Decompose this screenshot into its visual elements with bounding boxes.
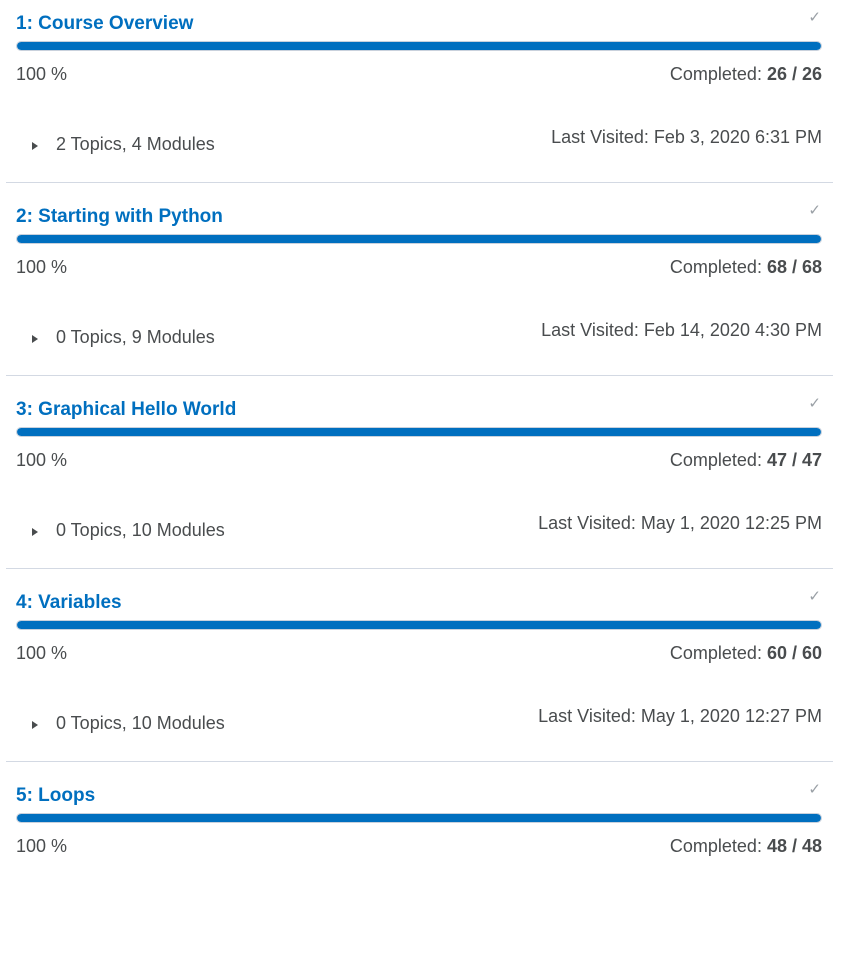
completed-value: 68 / 68 — [766, 257, 822, 277]
completed-value: 60 / 60 — [766, 643, 822, 663]
progress-list: 1: Course Overview ✓ 100 % Completed: 26… — [0, 0, 841, 965]
topics-expander[interactable]: 0 Topics, 9 Modules — [32, 327, 215, 348]
completed-count: Completed: 60 / 60 — [670, 643, 822, 664]
triangle-right-icon — [32, 141, 38, 150]
unit-3: 3: Graphical Hello World ✓ 100 % Complet… — [0, 386, 841, 579]
topics-summary: 0 Topics, 10 Modules — [56, 520, 225, 540]
topics-expander[interactable]: 2 Topics, 4 Modules — [32, 134, 215, 155]
completed-label: Completed: — [669, 836, 767, 856]
completed-count: Completed: 48 / 48 — [670, 836, 822, 857]
triangle-right-icon — [32, 720, 38, 729]
completed-count: Completed: 47 / 47 — [670, 450, 822, 471]
progress-bar — [16, 813, 822, 823]
unit-title-link[interactable]: 3: Graphical Hello World — [16, 399, 236, 421]
checkmark-icon: ✓ — [808, 395, 821, 412]
progress-bar — [16, 427, 822, 437]
unit-5: 5: Loops ✓ 100 % Completed: 48 / 48 — [0, 772, 841, 965]
topics-expander[interactable]: 0 Topics, 10 Modules — [32, 713, 225, 734]
unit-title-link[interactable]: 1: Course Overview — [16, 13, 193, 35]
checkmark-icon: ✓ — [808, 9, 821, 26]
percent-complete: 100 % — [16, 643, 68, 663]
percent-complete: 100 % — [16, 450, 68, 470]
progress-bar — [16, 234, 822, 244]
unit-4: 4: Variables ✓ 100 % Completed: 60 / 60 … — [0, 579, 841, 772]
progress-bar — [16, 620, 822, 630]
last-visited: Last Visited: May 1, 2020 12:27 PM — [538, 706, 822, 726]
progress-bar — [16, 41, 822, 51]
completed-label: Completed: — [669, 450, 767, 470]
checkmark-icon: ✓ — [808, 202, 821, 219]
completed-value: 48 / 48 — [766, 836, 822, 856]
unit-2: 2: Starting with Python ✓ 100 % Complete… — [0, 193, 841, 386]
percent-complete: 100 % — [16, 64, 68, 84]
completed-label: Completed: — [669, 257, 767, 277]
completed-value: 26 / 26 — [766, 64, 822, 84]
completed-count: Completed: 68 / 68 — [670, 257, 822, 278]
unit-title-link[interactable]: 2: Starting with Python — [16, 206, 223, 228]
percent-complete: 100 % — [16, 836, 68, 856]
checkmark-icon: ✓ — [808, 781, 821, 798]
progress-bar-fill — [17, 621, 821, 629]
percent-complete: 100 % — [16, 257, 68, 277]
progress-bar-fill — [17, 42, 821, 50]
last-visited: Last Visited: May 1, 2020 12:25 PM — [538, 513, 822, 533]
progress-bar-fill — [17, 814, 821, 822]
unit-1: 1: Course Overview ✓ 100 % Completed: 26… — [0, 0, 841, 193]
topics-summary: 0 Topics, 10 Modules — [56, 713, 225, 733]
triangle-right-icon — [32, 334, 38, 343]
topics-expander[interactable]: 0 Topics, 10 Modules — [32, 520, 225, 541]
progress-bar-fill — [17, 428, 821, 436]
triangle-right-icon — [32, 527, 38, 536]
last-visited: Last Visited: Feb 14, 2020 4:30 PM — [541, 320, 822, 340]
checkmark-icon: ✓ — [808, 588, 821, 605]
topics-summary: 2 Topics, 4 Modules — [56, 134, 215, 154]
completed-count: Completed: 26 / 26 — [670, 64, 822, 85]
unit-title-link[interactable]: 4: Variables — [16, 592, 122, 614]
completed-label: Completed: — [669, 643, 767, 663]
topics-summary: 0 Topics, 9 Modules — [56, 327, 215, 347]
completed-label: Completed: — [669, 64, 767, 84]
progress-bar-fill — [17, 235, 821, 243]
last-visited: Last Visited: Feb 3, 2020 6:31 PM — [551, 127, 822, 147]
completed-value: 47 / 47 — [766, 450, 822, 470]
unit-title-link[interactable]: 5: Loops — [16, 785, 95, 807]
